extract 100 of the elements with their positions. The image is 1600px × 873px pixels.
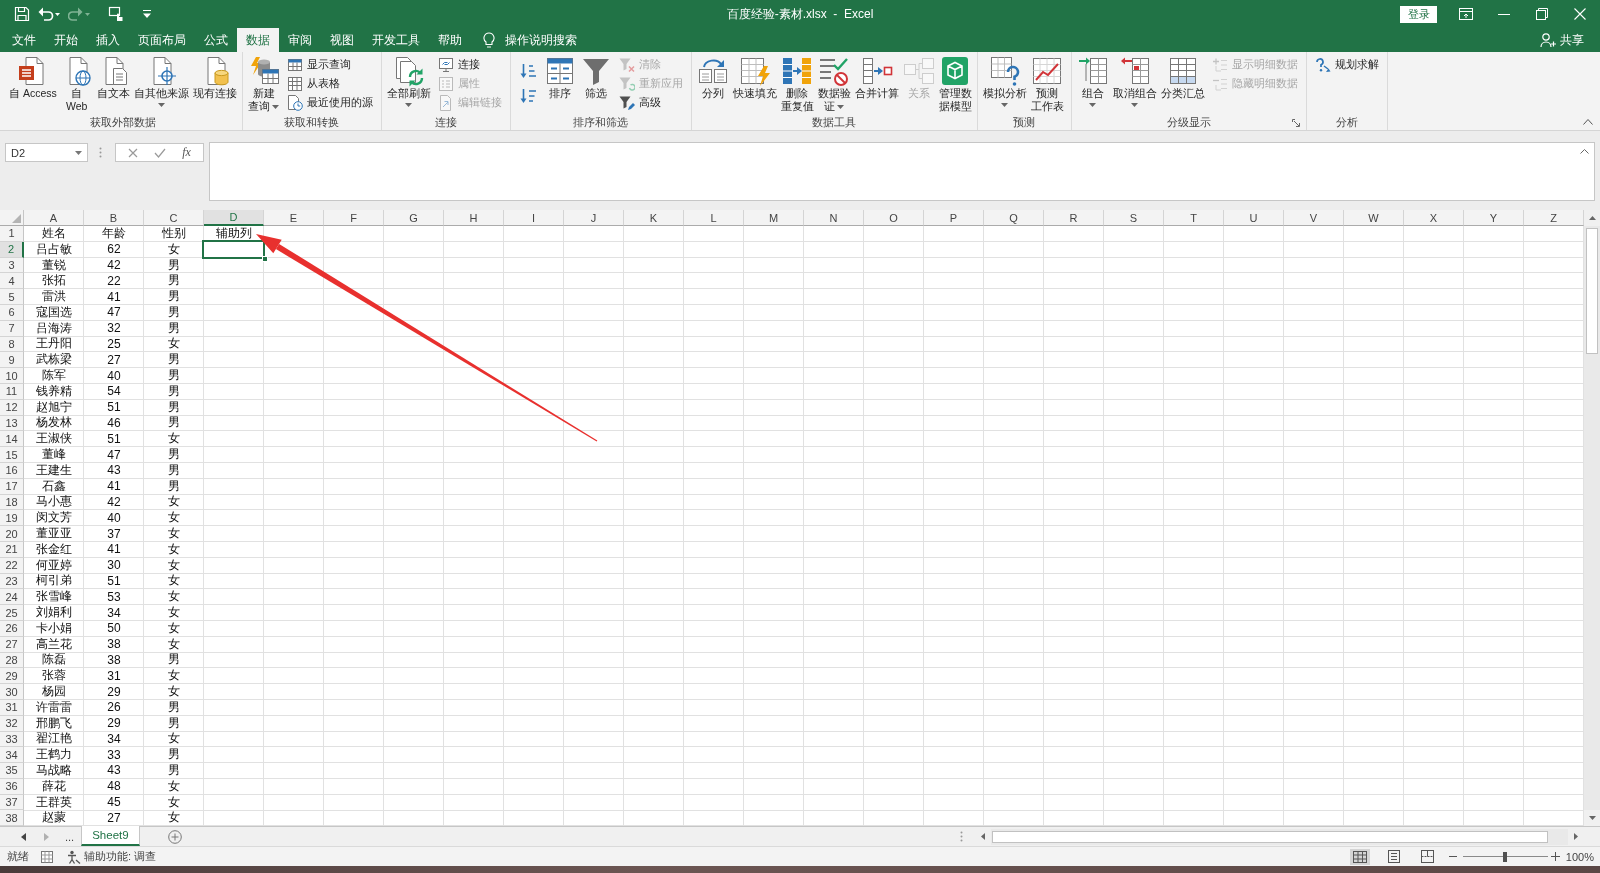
sort-ascending-icon[interactable] xyxy=(519,63,536,79)
ribbon-tab[interactable]: 公式 xyxy=(195,28,237,52)
tell-me-search[interactable]: 操作说明搜索 xyxy=(483,28,577,52)
row-header[interactable]: 38 xyxy=(0,810,24,827)
ribbon-button[interactable]: 自 Web xyxy=(58,55,95,113)
ribbon-button[interactable]: 删除 重复值 xyxy=(778,55,816,113)
column-header[interactable]: I xyxy=(504,210,564,226)
view-button[interactable] xyxy=(1349,848,1370,865)
ribbon-button[interactable]: 管理数 据模型 xyxy=(936,55,974,113)
ribbon-small-button[interactable]: 高级 xyxy=(616,93,685,112)
column-header[interactable]: C xyxy=(144,210,204,226)
column-header[interactable]: N xyxy=(804,210,864,226)
ribbon-button[interactable]: 自其他来源 xyxy=(131,55,191,107)
slider-thumb[interactable] xyxy=(1503,851,1508,862)
row-header[interactable]: 9 xyxy=(0,352,24,369)
column-header[interactable]: K xyxy=(624,210,684,226)
caret-up-icon[interactable] xyxy=(1580,149,1589,154)
column-header[interactable]: X xyxy=(1404,210,1464,226)
ribbon-small-button[interactable]: 规划求解 xyxy=(1312,55,1381,74)
row-header[interactable]: 10 xyxy=(0,368,24,384)
ribbon-small-button[interactable]: 最近使用的源 xyxy=(284,93,375,112)
row-header[interactable]: 5 xyxy=(0,289,24,305)
row-header[interactable]: 30 xyxy=(0,684,24,700)
column-header[interactable]: F xyxy=(324,210,384,226)
column-header[interactable]: W xyxy=(1344,210,1404,226)
column-header[interactable]: R xyxy=(1044,210,1104,226)
ribbon-small-button[interactable]: 显示查询 xyxy=(284,55,375,74)
ribbon-button[interactable]: 取消组合 xyxy=(1110,55,1159,107)
minimize-icon[interactable] xyxy=(1498,13,1510,15)
ribbon-button[interactable]: 自 Access xyxy=(7,55,59,100)
column-header[interactable]: S xyxy=(1104,210,1164,226)
monitor-hand-icon[interactable] xyxy=(108,6,124,22)
ribbon-tab[interactable]: 帮助 xyxy=(429,28,471,52)
plus-icon[interactable] xyxy=(1550,852,1560,862)
close-icon[interactable] xyxy=(1574,8,1586,20)
drag-handle-icon[interactable] xyxy=(960,831,963,843)
caret-down-icon[interactable] xyxy=(142,9,152,19)
name-box[interactable]: D2 xyxy=(5,143,88,162)
ribbon-tab[interactable]: 页面布局 xyxy=(129,28,195,52)
more-sheets-button[interactable]: ... xyxy=(65,830,75,843)
column-header[interactable]: T xyxy=(1164,210,1224,226)
row-header[interactable]: 35 xyxy=(0,763,24,779)
share-button[interactable]: 共享 xyxy=(1540,28,1584,52)
row-header[interactable]: 4 xyxy=(0,273,24,290)
column-header[interactable]: G xyxy=(384,210,444,226)
column-header[interactable]: B xyxy=(84,210,144,226)
column-header[interactable]: L xyxy=(684,210,744,226)
formula-input[interactable] xyxy=(209,142,1595,201)
ribbon-button[interactable]: 模拟分析 xyxy=(980,55,1029,107)
column-header[interactable]: U xyxy=(1224,210,1284,226)
ribbon-button[interactable]: 分类汇总 xyxy=(1158,55,1207,100)
sort-descending-icon[interactable] xyxy=(519,88,536,104)
row-header[interactable]: 15 xyxy=(0,447,24,463)
accessibility-icon[interactable] xyxy=(67,849,81,864)
column-header[interactable]: J xyxy=(564,210,624,226)
column-header[interactable]: Y xyxy=(1464,210,1524,226)
row-header[interactable]: 29 xyxy=(0,668,24,685)
ribbon-button[interactable]: 现有连接 xyxy=(190,55,239,100)
caret-up-icon[interactable] xyxy=(1583,119,1593,125)
undo-icon[interactable] xyxy=(38,6,60,22)
ribbon-tab[interactable]: 插入 xyxy=(87,28,129,52)
ribbon-tab[interactable]: 审阅 xyxy=(279,28,321,52)
ribbon-tab[interactable]: 视图 xyxy=(321,28,363,52)
sheet-tab[interactable]: Sheet9 xyxy=(81,826,140,847)
ribbon-button[interactable]: 新建 查询 xyxy=(245,55,282,113)
accessibility-status[interactable]: 辅助功能: 调查 xyxy=(84,849,157,865)
ribbon-button[interactable]: 快速填充 xyxy=(730,55,779,100)
ribbon-tab[interactable]: 开发工具 xyxy=(363,28,429,52)
column-header[interactable]: E xyxy=(264,210,324,226)
restore-icon[interactable] xyxy=(1536,8,1548,20)
row-header[interactable]: 1 xyxy=(0,226,24,242)
column-header[interactable]: O xyxy=(864,210,924,226)
scroll-left-button[interactable] xyxy=(975,828,991,845)
column-header[interactable]: M xyxy=(744,210,804,226)
scroll-right-button[interactable] xyxy=(1568,828,1584,845)
row-header[interactable]: 34 xyxy=(0,747,24,764)
save-icon[interactable] xyxy=(14,6,30,22)
caret-left-icon[interactable] xyxy=(21,832,26,841)
fill-handle[interactable] xyxy=(262,255,268,262)
ribbon-tab[interactable]: 文件 xyxy=(3,28,45,52)
zoom-level[interactable]: 100% xyxy=(1565,850,1594,863)
row-header[interactable]: 24 xyxy=(0,589,24,606)
sign-in-button[interactable]: 登录 xyxy=(1400,5,1437,23)
cross-icon[interactable] xyxy=(128,147,139,158)
row-header[interactable]: 20 xyxy=(0,526,24,542)
column-header[interactable]: H xyxy=(444,210,504,226)
column-header[interactable]: Z xyxy=(1524,210,1584,226)
ribbon-button[interactable]: 全部刷新 xyxy=(384,55,433,107)
insert-function-button[interactable]: fx xyxy=(182,145,191,160)
column-header[interactable]: Q xyxy=(984,210,1044,226)
ribbon-button[interactable]: 预测 工作表 xyxy=(1028,55,1066,113)
ribbon-button[interactable]: 筛选 xyxy=(577,55,614,100)
row-header[interactable]: 14 xyxy=(0,431,24,448)
scrollbar-thumb[interactable] xyxy=(992,830,1548,843)
row-header[interactable]: 25 xyxy=(0,605,24,621)
ribbon-button[interactable]: 组合 xyxy=(1074,55,1111,107)
column-header[interactable]: P xyxy=(924,210,984,226)
ribbon-button[interactable]: 排序 xyxy=(541,55,578,100)
ribbon-button[interactable]: 分列 xyxy=(694,55,731,100)
minus-icon[interactable] xyxy=(1448,856,1457,858)
